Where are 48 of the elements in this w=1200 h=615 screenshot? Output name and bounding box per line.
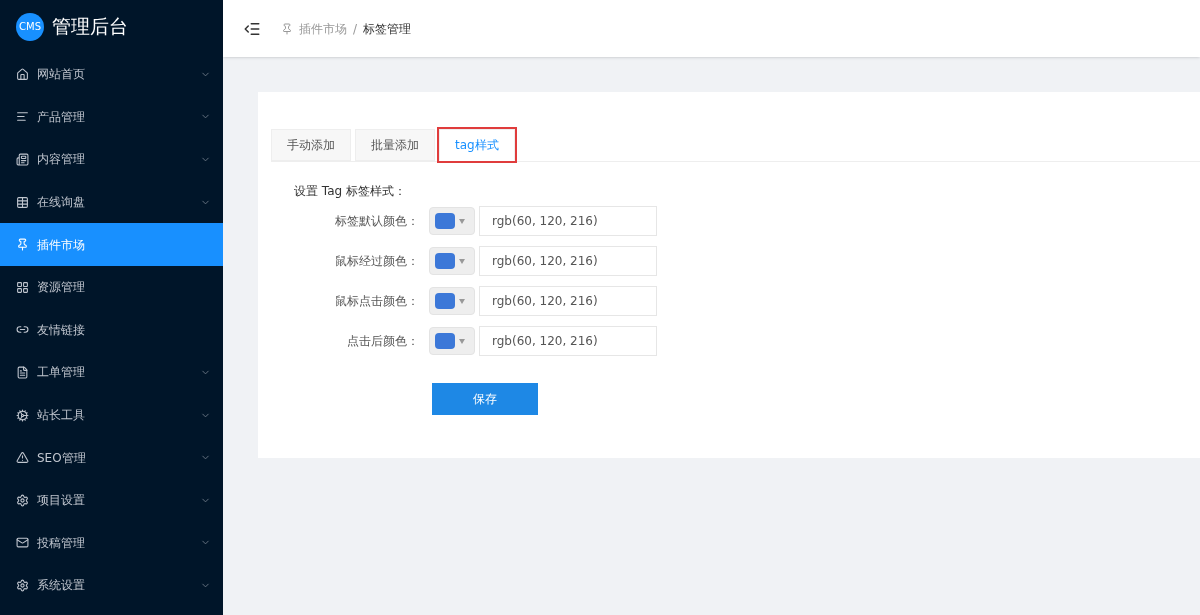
pin-icon — [16, 238, 29, 252]
menu-item[interactable]: 资源管理 — [0, 265, 223, 309]
menu-item[interactable]: 友情链接 — [0, 308, 223, 352]
menu-item[interactable]: SEO管理 — [0, 436, 223, 479]
settings-icon — [16, 578, 29, 592]
warning-icon — [16, 451, 29, 465]
caret-icon — [459, 218, 465, 224]
mail-icon — [16, 536, 29, 550]
document-icon — [16, 365, 29, 379]
menu-item[interactable]: 项目设置 — [0, 478, 223, 522]
logo-icon: CMS — [16, 12, 44, 41]
color-value-field[interactable]: rgb(60, 120, 216) — [479, 286, 657, 316]
menu-item[interactable]: 工单管理 — [0, 351, 223, 394]
caret-icon — [459, 338, 465, 344]
caret-icon — [459, 298, 465, 304]
caret-icon — [459, 258, 465, 264]
field-label: 标签默认颜色： — [334, 213, 420, 230]
menu-item[interactable]: 系统设置 — [0, 564, 223, 607]
color-value-field[interactable]: rgb(60, 120, 216) — [479, 246, 657, 276]
grid-table-icon — [16, 195, 29, 209]
settings-icon — [16, 493, 29, 507]
pin-icon — [281, 22, 293, 35]
menu-item[interactable]: 网站首页 — [0, 53, 223, 96]
color-picker[interactable] — [429, 207, 475, 235]
menu-item[interactable]: 站长工具 — [0, 393, 223, 437]
menu-item[interactable]: 投稿管理 — [0, 521, 223, 565]
breadcrumb-separator: / — [353, 20, 358, 38]
color-picker[interactable] — [429, 287, 475, 315]
field-label: 鼠标点击颜色： — [334, 293, 420, 310]
color-value-field[interactable]: rgb(60, 120, 216) — [479, 206, 657, 236]
color-picker[interactable] — [429, 247, 475, 275]
home-icon — [16, 67, 29, 81]
breadcrumb-item: 标签管理 — [363, 20, 412, 38]
color-value-field[interactable]: rgb(60, 120, 216) — [479, 326, 657, 356]
menu-item[interactable]: 在线询盘 — [0, 180, 223, 224]
color-picker[interactable] — [429, 327, 475, 355]
field-label: 点击后颜色： — [346, 333, 420, 350]
menu-item[interactable]: 产品管理 — [0, 95, 223, 139]
form-heading: 设置 Tag 标签样式： — [294, 183, 406, 200]
app-title: 管理后台 — [52, 14, 128, 40]
tab[interactable]: 批量添加 — [355, 129, 435, 161]
field-label: 鼠标经过颜色： — [334, 253, 420, 270]
menu-item[interactable]: 内容管理 — [0, 138, 223, 181]
list-icon — [16, 110, 29, 124]
tab[interactable]: 手动添加 — [271, 129, 351, 161]
save-button[interactable]: 保存 — [432, 383, 538, 415]
grid-icon — [16, 280, 29, 294]
newspaper-icon — [16, 153, 29, 166]
